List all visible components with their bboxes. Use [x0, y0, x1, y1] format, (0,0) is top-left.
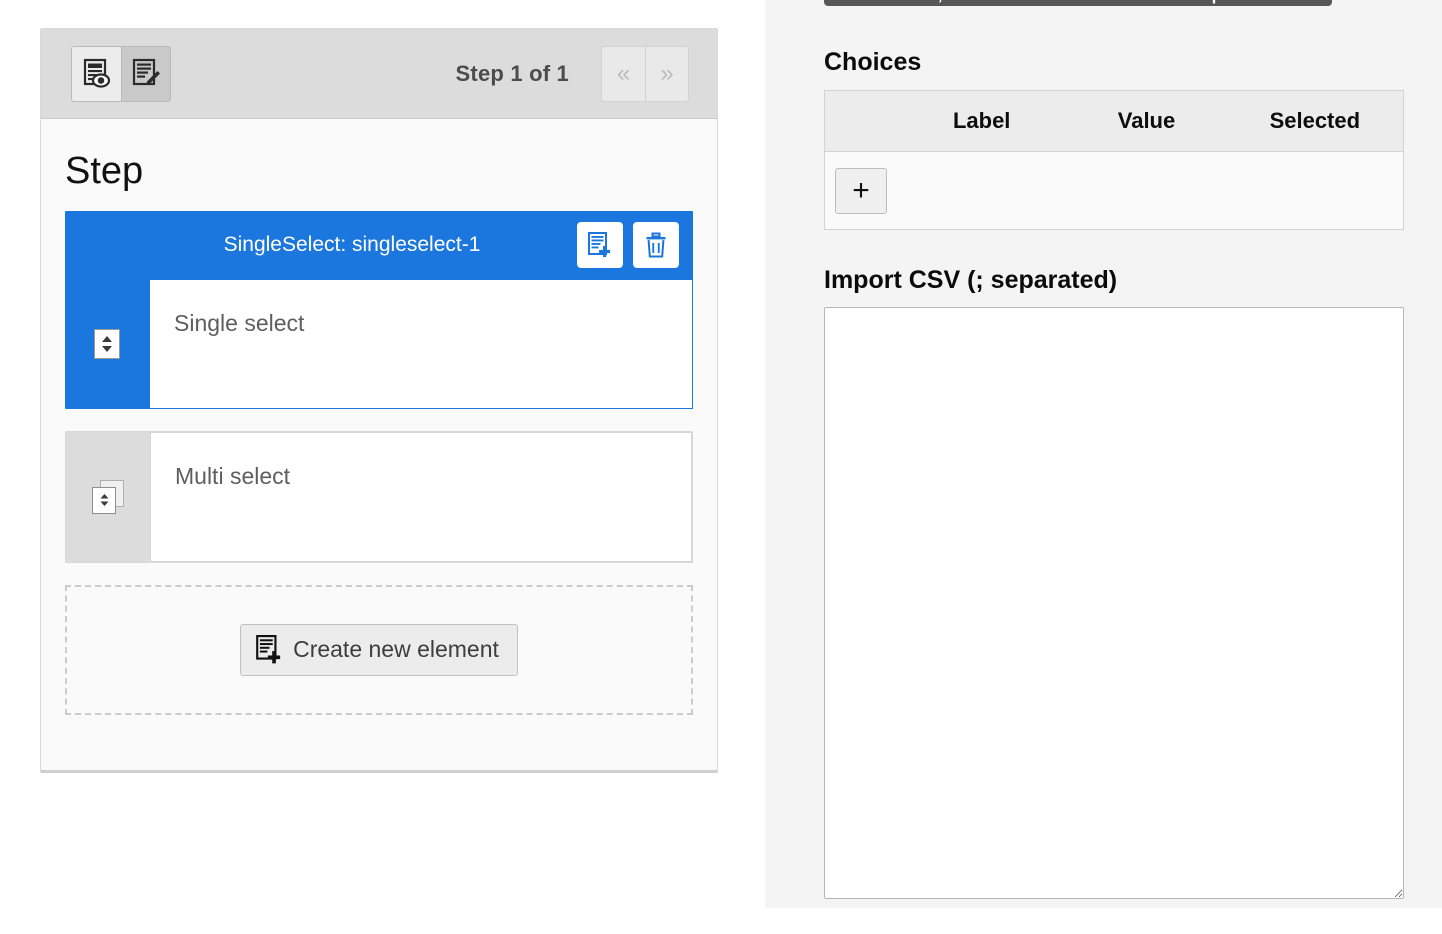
- choices-section-title: Choices: [824, 48, 922, 76]
- delete-element-button[interactable]: [633, 221, 679, 268]
- next-step-button[interactable]: »: [645, 45, 689, 102]
- edit-mode-button[interactable]: [121, 45, 171, 102]
- choices-table: Label Value Selected +: [824, 90, 1404, 230]
- add-choice-cell: +: [825, 152, 898, 230]
- form-element-singleselect[interactable]: SingleSelect: singleselect-1 Single sele…: [65, 210, 693, 409]
- stack-front-layer: [92, 486, 116, 514]
- element-header-title: SingleSelect: singleselect-1: [223, 232, 481, 256]
- import-csv-textarea[interactable]: [824, 307, 1404, 899]
- document-pencil-icon: [131, 58, 161, 90]
- new-element-dropzone[interactable]: Create new element: [65, 584, 693, 715]
- step-indicator: Step 1 of 1: [455, 60, 569, 86]
- choices-col-spacer: [824, 90, 897, 152]
- choices-table-head: Label Value Selected: [824, 90, 1404, 152]
- choices-header-row: Label Value Selected: [824, 90, 1404, 152]
- element-field-singleselect[interactable]: Single select: [149, 278, 693, 409]
- drag-handle[interactable]: [66, 431, 150, 562]
- table-row: +: [825, 152, 1404, 230]
- document-eye-icon: [82, 58, 112, 90]
- element-header: SingleSelect: singleselect-1: [65, 211, 693, 279]
- stacked-updown-chevron-icon: [92, 479, 124, 514]
- builder-body: Step SingleSelect: singleselect-1 Single…: [41, 119, 717, 715]
- add-choice-button[interactable]: +: [835, 167, 887, 214]
- element-field-multiselect[interactable]: Multi select: [150, 431, 692, 562]
- trash-icon: [644, 232, 668, 258]
- choices-col-value: Value: [1066, 90, 1227, 152]
- updown-chevron-icon: [94, 328, 120, 359]
- create-new-element-button[interactable]: Create new element: [240, 623, 518, 676]
- builder-toolbar: Step 1 of 1 « »: [41, 29, 717, 119]
- empty-selected-cell: [1227, 152, 1404, 230]
- document-plus-icon: [255, 634, 283, 665]
- first-option-tooltip: If set, this label will be shown as firs…: [824, 0, 1332, 6]
- drag-handle[interactable]: [65, 279, 149, 409]
- mode-toggle-group: [71, 45, 171, 102]
- element-row: Multi select: [66, 431, 692, 562]
- form-builder-panel: Step 1 of 1 « » Step SingleSelect: singl…: [40, 28, 718, 773]
- choices-col-selected: Selected: [1226, 90, 1404, 152]
- duplicate-element-button[interactable]: [577, 221, 623, 268]
- document-plus-icon: [587, 231, 613, 258]
- import-csv-title: Import CSV (; separated): [824, 266, 1118, 294]
- element-row: Single select: [65, 278, 693, 409]
- create-new-element-label: Create new element: [293, 636, 499, 663]
- form-element-multiselect[interactable]: Multi select: [65, 430, 693, 563]
- previous-step-button[interactable]: «: [601, 45, 645, 102]
- empty-label-cell: [897, 152, 1066, 230]
- app-root: Step 1 of 1 « » Step SingleSelect: singl…: [0, 0, 1442, 934]
- choices-col-label: Label: [897, 90, 1067, 152]
- page-title: Step: [65, 150, 144, 192]
- step-nav-group: « »: [601, 45, 689, 102]
- preview-mode-button[interactable]: [71, 45, 121, 102]
- choices-table-body: +: [825, 152, 1404, 230]
- empty-value-cell: [1066, 152, 1226, 230]
